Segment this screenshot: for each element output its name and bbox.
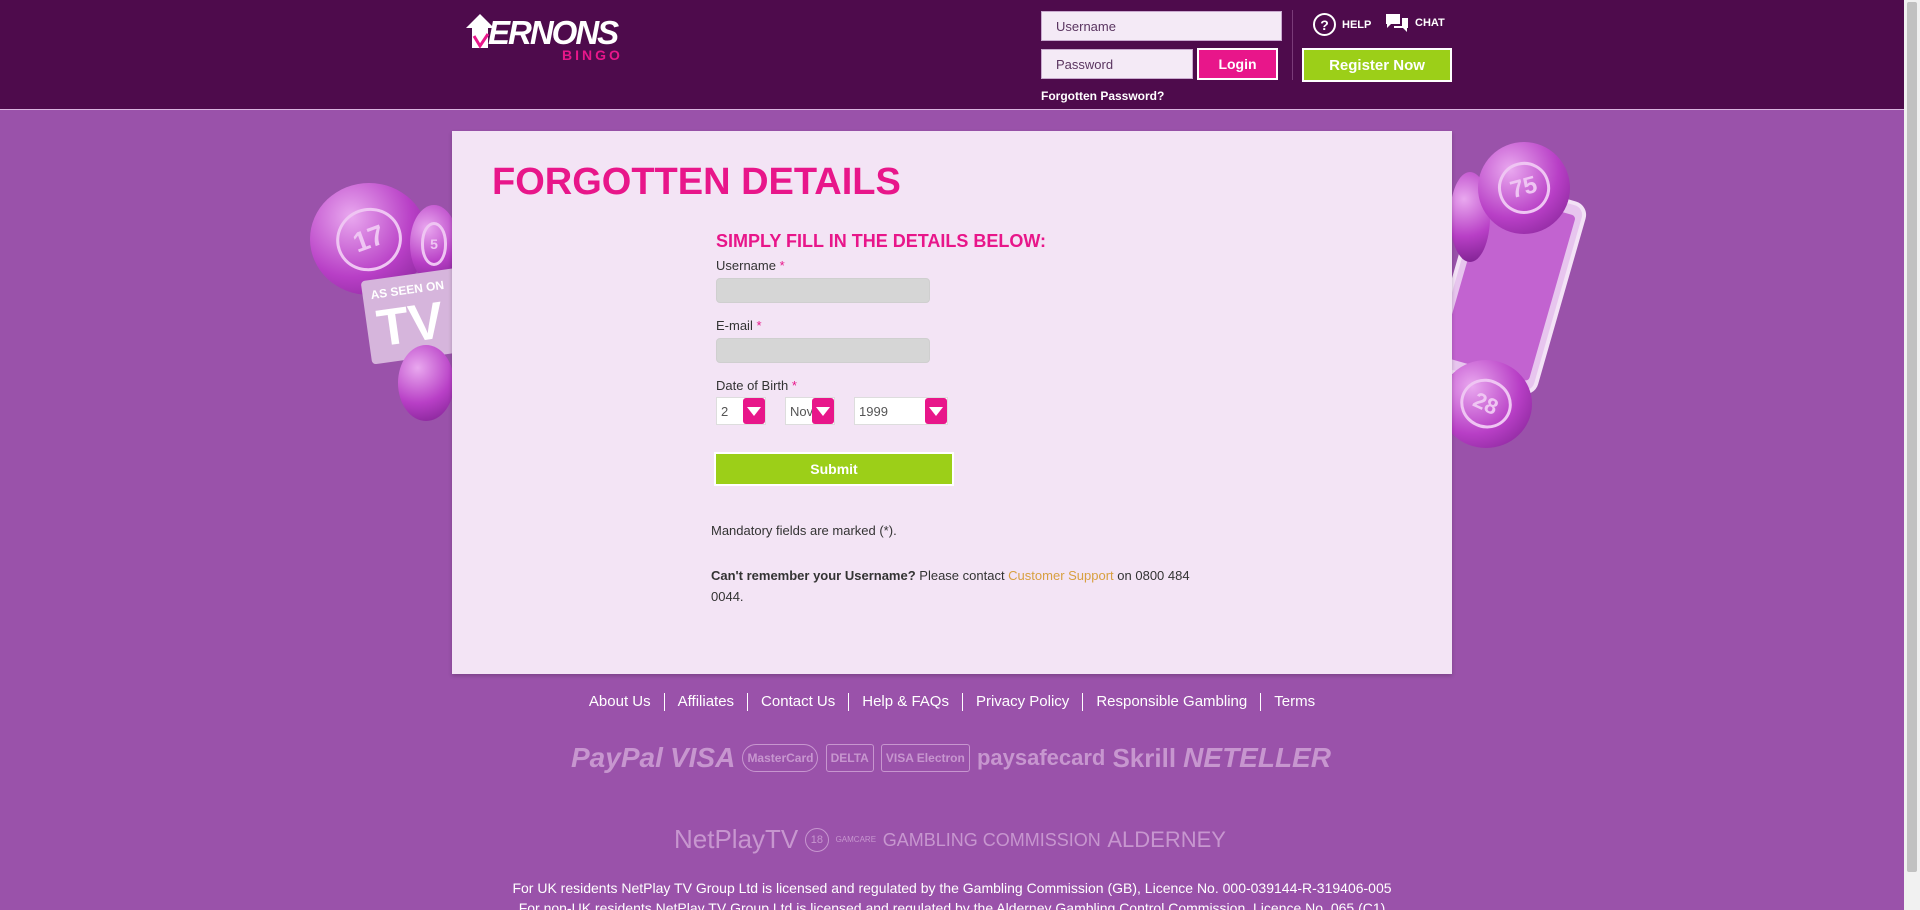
skrill-logo: Skrill (1112, 742, 1177, 773)
username-label-text: Username (716, 258, 776, 273)
register-now-button[interactable]: Register Now (1302, 48, 1452, 82)
site-header: ERNONS BINGO Login Forgotten Password? ?… (0, 0, 1904, 110)
email-input[interactable] (716, 338, 930, 363)
netplaytv-logo: NetPlayTV (674, 824, 799, 854)
form-subtitle: SIMPLY FILL IN THE DETAILS BELOW: (716, 231, 1047, 251)
dob-day-select[interactable]: 2 (716, 397, 766, 425)
submit-button[interactable]: Submit (714, 452, 954, 486)
footer-link-affiliates[interactable]: Affiliates (663, 693, 747, 711)
scrollbar-thumb[interactable] (1907, 2, 1917, 872)
vernons-bingo-logo[interactable]: ERNONS BINGO (466, 12, 656, 63)
age-18-icon: 18 (804, 827, 829, 852)
footer-nav: About Us Affiliates Contact Us Help & FA… (0, 693, 1904, 711)
dob-month-select[interactable]: Nov (785, 397, 835, 425)
email-label: E-mail * (716, 318, 762, 333)
forgotten-details-card: FORGOTTEN DETAILS SIMPLY FILL IN THE DET… (452, 131, 1452, 674)
alderney-logo: ALDERNEY (1107, 826, 1226, 852)
visa-electron-logo: VISA Electron (880, 744, 970, 772)
dob-label: Date of Birth * (716, 378, 797, 393)
mandatory-note: Mandatory fields are marked (*). (711, 523, 897, 538)
neteller-logo: NETELLER (1183, 742, 1331, 773)
payment-logos: PayPal VISA MasterCard DELTA VISA Electr… (571, 742, 1331, 774)
footer-link-terms[interactable]: Terms (1260, 693, 1328, 711)
required-marker: * (779, 258, 785, 273)
chevron-down-icon (743, 398, 765, 424)
dob-year-select[interactable]: 1999 (854, 397, 948, 425)
support-question: Can't remember your Username? (711, 568, 916, 583)
page-scrollbar[interactable] (1904, 0, 1920, 910)
help-label: HELP (1342, 18, 1372, 31)
question-mark-icon: ? (1313, 13, 1336, 36)
dob-month-value: Nov (790, 404, 814, 419)
required-marker: * (791, 378, 797, 393)
email-label-text: E-mail (716, 318, 753, 333)
legal-line-non-uk: For non-UK residents NetPlay TV Group Lt… (518, 900, 1386, 910)
chat-label: CHAT (1415, 17, 1445, 29)
ball-number: 28 (1452, 370, 1520, 438)
ball-number: 17 (327, 198, 411, 280)
chevron-down-icon (812, 398, 834, 424)
header-divider (1292, 10, 1293, 80)
visa-logo: VISA (669, 742, 736, 773)
gamcare-logo: GAMCARE (835, 835, 877, 844)
footer-link-help-faqs[interactable]: Help & FAQs (848, 693, 962, 711)
dob-year-value: 1999 (859, 404, 888, 419)
footer-link-privacy-policy[interactable]: Privacy Policy (961, 693, 1082, 711)
footer-link-about-us[interactable]: About Us (576, 693, 664, 711)
paypal-logo: PayPal (571, 742, 663, 773)
header-username-input[interactable] (1041, 11, 1282, 41)
support-message: Can't remember your Username? Please con… (711, 565, 1221, 607)
bingo-ball-decoration: 75 (1478, 142, 1570, 234)
legal-line-uk: For UK residents NetPlay TV Group Ltd is… (512, 880, 1392, 896)
paysafecard-logo: paysafecard (976, 745, 1106, 770)
chevron-down-icon (925, 398, 947, 424)
forgotten-password-link[interactable]: Forgotten Password? (1041, 89, 1164, 103)
dob-label-text: Date of Birth (716, 378, 789, 393)
chat-link[interactable]: CHAT (1385, 13, 1445, 33)
mastercard-logo: MasterCard (742, 744, 819, 772)
login-button[interactable]: Login (1197, 48, 1278, 80)
footer-link-contact-us[interactable]: Contact Us (747, 693, 848, 711)
required-marker: * (756, 318, 762, 333)
delta-logo: DELTA (825, 744, 874, 772)
username-input[interactable] (716, 278, 930, 303)
page-title: FORGOTTEN DETAILS (492, 161, 901, 203)
legal-text: For UK residents NetPlay TV Group Ltd is… (0, 878, 1904, 910)
ball-number: 75 (1492, 156, 1556, 220)
help-link[interactable]: ? HELP (1313, 13, 1371, 36)
regulator-logos: NetPlayTV 18 GAMCARE GAMBLING COMMISSION… (674, 824, 1226, 855)
chat-bubbles-icon (1386, 14, 1408, 32)
customer-support-link[interactable]: Customer Support (1008, 568, 1114, 583)
footer-link-responsible-gambling[interactable]: Responsible Gambling (1082, 693, 1260, 711)
gambling-commission-logo: GAMBLING COMMISSION (882, 829, 1101, 850)
bingo-ball-decoration (398, 345, 454, 421)
ball-number: 5 (420, 222, 448, 266)
dob-day-value: 2 (721, 404, 729, 419)
logo-subtext: BINGO (562, 47, 623, 63)
bingo-ball-decoration: 28 (1440, 360, 1532, 448)
support-text-pre: Please contact (915, 568, 1009, 583)
username-label: Username * (716, 258, 785, 273)
header-password-input[interactable] (1041, 49, 1193, 79)
